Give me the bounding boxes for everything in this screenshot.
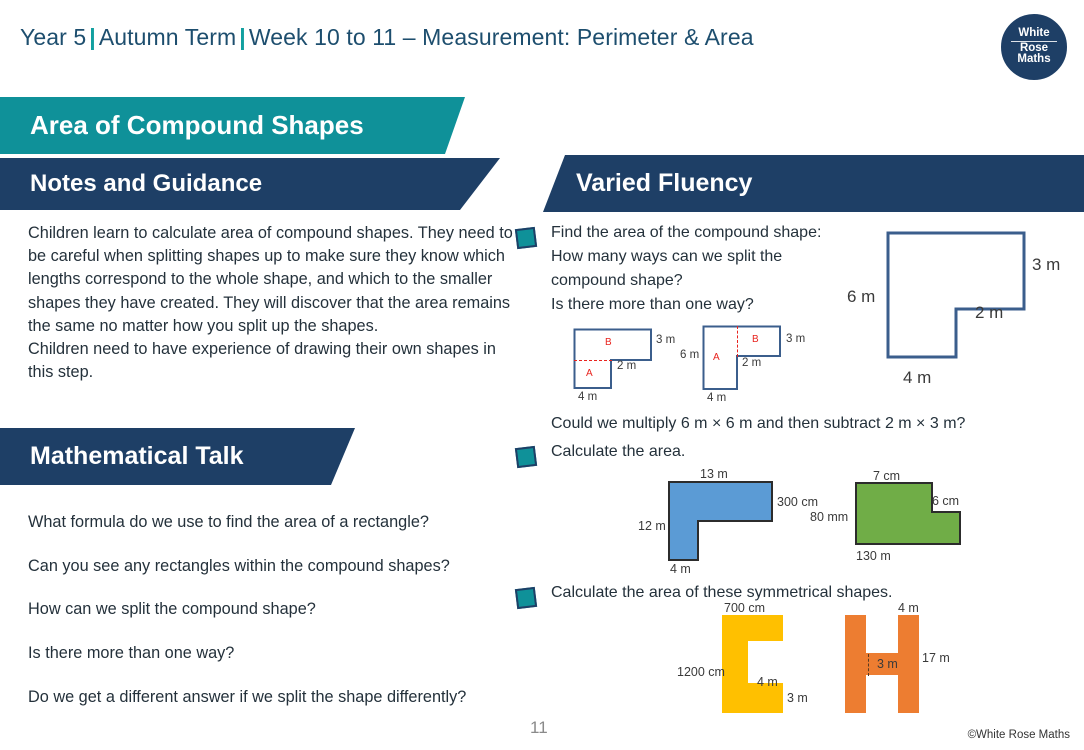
q1-main-compound-shape — [886, 231, 1026, 359]
q3-yellow-shape-svg — [722, 615, 783, 713]
q1-split-b-part-a: A — [713, 352, 720, 363]
q3-yellow-label-top: 700 cm — [724, 601, 765, 615]
topic-banner: Area of Compound Shapes — [0, 97, 465, 154]
q1-main-shape-svg — [886, 231, 1026, 359]
q3-orange-label-right: 17 m — [922, 651, 950, 665]
q1-split-a-label-inner: 2 m — [617, 360, 637, 372]
q1-split-b-dash — [737, 326, 738, 357]
q2-green-shape — [855, 482, 961, 545]
mathematical-talk-banner: Mathematical Talk — [0, 428, 355, 485]
q2-green-label-top: 7 cm — [873, 469, 901, 483]
q1-split-a-label-right: 3 m — [656, 334, 676, 346]
question-3-text: Calculate the area of these symmetrical … — [551, 584, 893, 601]
white-rose-maths-logo: White Rose Maths — [1001, 14, 1067, 80]
notes-banner-label: Notes and Guidance — [30, 170, 263, 197]
q1-label-bottom: 4 m — [903, 368, 932, 387]
q1-label-left: 6 m — [847, 287, 876, 306]
q1-label-right: 3 m — [1032, 255, 1061, 274]
talk-question: How can we split the compound shape? — [28, 600, 316, 619]
q1-split-b-label-right: 3 m — [786, 333, 806, 345]
question-1-text: Find the area of the compound shape: How… — [551, 224, 822, 313]
question-1-followup-text: Could we multiply 6 m × 6 m and then sub… — [551, 415, 966, 432]
q1-split-b-label-left: 6 m — [680, 349, 700, 361]
varied-fluency-banner: Varied Fluency — [543, 155, 1084, 212]
q1-split-a-label-bottom: 4 m — [578, 391, 598, 403]
q1-split-a-part-b: B — [605, 337, 612, 348]
logo-line-1: White — [1018, 26, 1050, 39]
q2-blue-shape — [668, 481, 773, 561]
q1-split-b-label-inner: 2 m — [742, 357, 762, 369]
q1-split-b-part-b: B — [752, 334, 759, 345]
mathematical-talk-banner-label: Mathematical Talk — [30, 442, 244, 470]
header-title: Year 5 | Autumn Term | Week 10 to 11 – Measu… — [20, 24, 754, 51]
question-2-text: Calculate the area. — [551, 443, 686, 460]
q2-blue-shape-svg — [668, 481, 773, 561]
q3-yellow-label-left: 1200 cm — [677, 665, 725, 679]
q2-green-label-bottom: 130 m — [856, 549, 891, 563]
logo-line-3: Maths — [1017, 53, 1051, 66]
bullet-square-icon — [514, 445, 538, 469]
copyright-text: ©White Rose Maths — [967, 729, 1070, 741]
talk-question: Can you see any rectangles within the co… — [28, 556, 450, 575]
q1-label-inner: 2 m — [975, 303, 1004, 322]
logo-divider — [1011, 40, 1057, 42]
q1-split-b-label-bottom: 4 m — [707, 392, 727, 404]
mathematical-talk-list: What formula do we use to find the area … — [28, 512, 528, 730]
topic-banner-label: Area of Compound Shapes — [30, 110, 364, 140]
q1-split-a-part-a: A — [586, 368, 593, 379]
talk-question: Do we get a different answer if we split… — [28, 687, 467, 706]
page-header: Year 5 | Autumn Term | Week 10 to 11 – Measu… — [0, 0, 1084, 92]
q1-split-a-shape — [573, 328, 653, 390]
header-sep-1: | — [89, 24, 96, 50]
q2-blue-label-left: 12 m — [638, 519, 666, 533]
q2-blue-label-bottom: 4 m — [670, 562, 691, 576]
q2-blue-label-top: 13 m — [700, 467, 728, 481]
notes-body-text: Children learn to calculate area of comp… — [28, 224, 513, 382]
bullet-square-icon — [514, 586, 538, 610]
q2-green-label-right: 6 cm — [932, 494, 960, 508]
q2-blue-label-right: 300 cm — [777, 495, 818, 509]
q2-green-shape-svg — [855, 482, 961, 545]
q2-green-label-left: 80 mm — [810, 510, 849, 524]
varied-fluency-banner-label: Varied Fluency — [576, 169, 753, 197]
header-year: Year 5 — [20, 24, 87, 50]
bullet-square-icon — [514, 226, 538, 250]
q1-split-a-svg — [573, 328, 652, 389]
q3-yellow-label-inner: 4 m — [757, 675, 778, 689]
q3-orange-label-middle: 3 m — [877, 657, 898, 671]
notes-banner: Notes and Guidance — [0, 158, 500, 210]
header-term: Autumn Term — [98, 24, 237, 50]
header-sep-2: | — [239, 24, 246, 50]
q3-yellow-label-bottom-right: 3 m — [787, 691, 808, 705]
q3-orange-label-top: 4 m — [898, 601, 919, 615]
q3-orange-dash — [868, 654, 869, 676]
talk-question: What formula do we use to find the area … — [28, 513, 429, 531]
q3-yellow-shape — [722, 615, 784, 713]
header-week: Week 10 to 11 – Measurement: Perimeter &… — [248, 24, 754, 50]
page-number: 11 — [530, 718, 548, 737]
q1-split-a-dash — [574, 360, 612, 361]
talk-question: Is there more than one way? — [28, 644, 235, 663]
